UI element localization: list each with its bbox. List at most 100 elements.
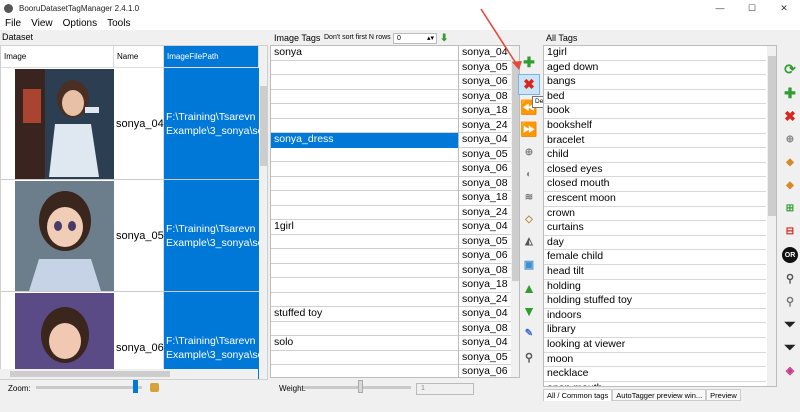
image-tag-row[interactable]: sonya_08	[271, 321, 511, 336]
image-tag-row[interactable]: sonya_08	[271, 263, 511, 278]
add-to-all-icon[interactable]: ✚	[780, 82, 800, 104]
image-tag-row[interactable]: sonya_18	[271, 104, 511, 119]
all-tag-item[interactable]: crescent moon	[544, 192, 766, 207]
all-tag-item[interactable]: 1girl	[544, 46, 766, 61]
scroll-thumb[interactable]	[768, 56, 776, 216]
all-tag-item[interactable]: holding	[544, 280, 766, 295]
image-tag-row[interactable]: sonya_06	[271, 75, 511, 90]
image-tag-row[interactable]: sonya_08	[271, 176, 511, 191]
all-tag-item[interactable]: crown	[544, 207, 766, 222]
dataset-row[interactable]: sonya_06 F:\Training\Tsarevn Example\3_s…	[1, 292, 259, 379]
image-tag-row[interactable]: sonya_18	[271, 278, 511, 293]
all-tag-item[interactable]: holding stuffed toy	[544, 294, 766, 309]
all-tag-item[interactable]: book	[544, 104, 766, 119]
remove-from-all-icon[interactable]: ✖	[780, 105, 800, 127]
or-filter-icon[interactable]: OR	[780, 244, 800, 266]
edit-icon[interactable]: ✎	[518, 323, 540, 344]
weight-input[interactable]: 1	[416, 383, 474, 395]
minimize-button[interactable]: —	[704, 0, 736, 16]
image-tag-row[interactable]: stuffed toy sonya_04	[271, 307, 511, 322]
dataset-row[interactable]: sonya_05 F:\Training\Tsarevn Example\3_s…	[1, 180, 259, 292]
weight-slider-thumb[interactable]	[358, 380, 363, 393]
move-down-icon[interactable]: ▼	[518, 300, 540, 321]
search-all-icon[interactable]: ⊕	[780, 128, 800, 150]
all-tag-item[interactable]: female child	[544, 250, 766, 265]
tag-cell[interactable]	[271, 60, 459, 75]
scroll-thumb[interactable]	[260, 86, 267, 166]
move-up-icon[interactable]: ▲	[518, 277, 540, 298]
dataset-row[interactable]: sonya_04 F:\Training\Tsarevn Example\3_s…	[1, 68, 259, 180]
tag-cell[interactable]: solo	[271, 336, 459, 351]
tag-cell[interactable]	[271, 234, 459, 249]
image-tag-row[interactable]: sonya_08	[271, 89, 511, 104]
zoom-reset-icon[interactable]	[150, 383, 159, 392]
all-tag-item[interactable]: curtains	[544, 221, 766, 236]
find-icon[interactable]: ⚲	[518, 347, 540, 368]
eraser-icon[interactable]: ◭	[518, 231, 540, 252]
all-tag-item[interactable]: open mouth	[544, 382, 766, 386]
hscroll-thumb[interactable]	[10, 371, 170, 377]
tag-cell[interactable]	[271, 278, 459, 293]
image-tag-row[interactable]: sonya_05	[271, 60, 511, 75]
tag-cell[interactable]	[271, 191, 459, 206]
tags-up-icon[interactable]: ◆	[780, 151, 800, 173]
menu-options[interactable]: Options	[58, 18, 102, 29]
add-selected-icon[interactable]: ⊞	[780, 197, 800, 219]
image-tag-row[interactable]: sonya_06	[271, 365, 511, 377]
all-tag-item[interactable]: necklace	[544, 367, 766, 382]
dataset-horizontal-scrollbar[interactable]	[0, 369, 258, 379]
tag-cell[interactable]	[271, 118, 459, 133]
menu-view[interactable]: View	[26, 18, 58, 29]
image-tag-row[interactable]: sonya_06	[271, 162, 511, 177]
zoom-out-icon[interactable]: ⚲	[780, 290, 800, 312]
all-tag-item[interactable]: head tilt	[544, 265, 766, 280]
tag-cell[interactable]	[271, 350, 459, 365]
tag-cell[interactable]	[271, 176, 459, 191]
image-tag-row[interactable]: sonya_dress sonya_04	[271, 133, 511, 148]
image-tag-row[interactable]: solo sonya_04	[271, 336, 511, 351]
tab-all-common-tags[interactable]: All / Common tags	[543, 389, 613, 401]
tag-cell[interactable]: sonya_dress	[271, 133, 459, 148]
tab-preview[interactable]: Preview	[706, 389, 741, 401]
copy-tags-icon[interactable]: ≋	[518, 187, 540, 208]
image-tag-row[interactable]: sonya_05	[271, 234, 511, 249]
tab-autotagger-preview[interactable]: AutoTagger preview win...	[612, 389, 707, 401]
tag-cell[interactable]	[271, 147, 459, 162]
color-cube-icon[interactable]: ◈	[780, 359, 800, 381]
all-tag-item[interactable]: indoors	[544, 309, 766, 324]
image-tag-row[interactable]: sonya_05	[271, 147, 511, 162]
zoom-in-icon[interactable]: ⚲	[780, 267, 800, 289]
menu-file[interactable]: File	[0, 18, 26, 29]
tag-cell[interactable]: stuffed toy	[271, 307, 459, 322]
zoom-slider-thumb[interactable]	[133, 380, 138, 393]
column-header-path[interactable]: ImageFilePath	[164, 46, 259, 68]
tag-cell[interactable]	[271, 292, 459, 307]
spinner-arrows-icon[interactable]: ▴▾	[427, 34, 434, 43]
delete-tag-button[interactable]: ✖	[518, 74, 540, 95]
column-header-image[interactable]: Image	[1, 46, 114, 68]
image-tag-row[interactable]: sonya_06	[271, 249, 511, 264]
refresh-icon[interactable]: ⟳	[780, 58, 800, 80]
column-header-name[interactable]: Name	[114, 46, 164, 68]
filter-icon[interactable]: ⏷	[780, 313, 800, 335]
maximize-button[interactable]: ☐	[736, 0, 768, 16]
tag-cell[interactable]: 1girl	[271, 220, 459, 235]
all-tag-item[interactable]: bed	[544, 90, 766, 105]
all-tag-item[interactable]: looking at viewer	[544, 338, 766, 353]
tags-down-icon[interactable]: ◆	[780, 174, 800, 196]
tag-cell[interactable]	[271, 249, 459, 264]
all-tag-item[interactable]: bracelet	[544, 134, 766, 149]
image-tag-row[interactable]: sonya_24	[271, 118, 511, 133]
weight-slider[interactable]	[303, 380, 411, 393]
image-tag-row[interactable]: sonya_05	[271, 350, 511, 365]
image-icon[interactable]: ▣	[518, 254, 540, 275]
image-tag-row[interactable]: sonya_18	[271, 191, 511, 206]
menu-tools[interactable]: Tools	[102, 18, 135, 29]
all-tag-item[interactable]: bangs	[544, 75, 766, 90]
dataset-vertical-scrollbar[interactable]	[259, 46, 267, 379]
all-tag-item[interactable]: closed eyes	[544, 163, 766, 178]
all-tag-item[interactable]: library	[544, 323, 766, 338]
all-tag-item[interactable]: child	[544, 148, 766, 163]
tag-cell[interactable]	[271, 365, 459, 377]
remove-selected-icon[interactable]: ⊟	[780, 220, 800, 242]
